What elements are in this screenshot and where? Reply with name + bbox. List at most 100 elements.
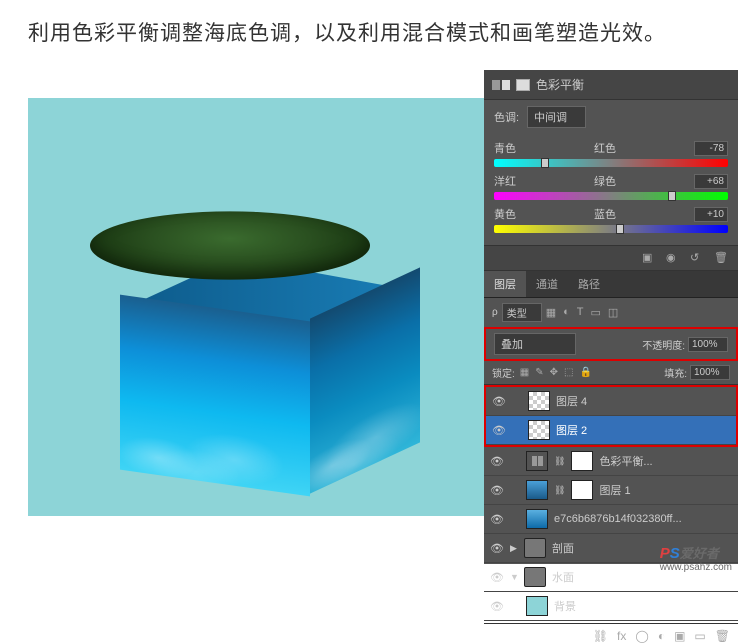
green-label: 绿色 <box>594 173 616 189</box>
tab-layers[interactable]: 图层 <box>484 271 526 297</box>
delete-icon[interactable]: 🗑 <box>715 629 730 643</box>
watermark: PS爱好者 www.psahz.com <box>660 543 732 573</box>
expand-icon[interactable]: ▼ <box>510 572 518 582</box>
visibility-toggle[interactable]: 👁 <box>492 394 506 408</box>
opacity-label: 不透明度: <box>642 337 685 352</box>
layer-item-2[interactable]: 👁 图层 2 <box>486 416 736 445</box>
blend-mode-row: 叠加 不透明度: 100% <box>484 327 738 361</box>
link-icon: ⛓ <box>554 456 565 467</box>
slider-2-value[interactable]: +68 <box>694 174 728 189</box>
layer-filter-row: ρ 类型 ▦ ◐ T ▭ ◫ <box>484 298 738 327</box>
layer-thumbnail <box>528 391 550 411</box>
visibility-toggle[interactable]: 👁 <box>492 423 506 437</box>
link-icon: ⛓ <box>554 485 565 496</box>
visibility-toggle[interactable]: 👁 <box>490 570 504 584</box>
trash-icon[interactable]: 🗑 <box>714 251 728 265</box>
tab-paths[interactable]: 路径 <box>568 271 610 297</box>
magenta-green-slider[interactable] <box>494 192 728 200</box>
layer-item-color-balance[interactable]: 👁 ⛓ 色彩平衡... <box>484 447 738 476</box>
color-balance-footer: ▣ ◉ ↺ 🗑 <box>484 245 738 271</box>
clip-icon[interactable]: ▣ <box>642 251 656 265</box>
adjustment-icon <box>526 451 548 471</box>
filter-type-dropdown[interactable]: 类型 <box>502 303 542 322</box>
fill-value[interactable]: 100% <box>690 365 730 380</box>
view-prev-icon[interactable]: ◉ <box>666 251 680 265</box>
instruction-text: 利用色彩平衡调整海底色调，以及利用混合模式和画笔塑造光效。 <box>0 0 750 58</box>
layer-item-4[interactable]: 👁 图层 4 <box>486 387 736 416</box>
layer-item-1[interactable]: 👁 ⛓ 图层 1 <box>484 476 738 505</box>
blue-label: 蓝色 <box>594 206 616 222</box>
visibility-toggle[interactable]: 👁 <box>490 454 504 468</box>
layer-item-background[interactable]: 👁 背景 <box>484 592 738 621</box>
red-label: 红色 <box>594 140 616 156</box>
fx-icon[interactable]: fx <box>617 629 626 643</box>
cyan-label: 青色 <box>494 140 516 156</box>
layer-mask[interactable] <box>571 451 593 471</box>
reset-icon[interactable]: ↺ <box>690 251 704 265</box>
layer-item-smart[interactable]: 👁 e7c6b6876b14f032380ff... <box>484 505 738 534</box>
expand-icon[interactable]: ▶ <box>510 543 518 554</box>
layer-thumbnail <box>526 509 548 529</box>
yellow-blue-slider[interactable] <box>494 225 728 233</box>
visibility-toggle[interactable]: 👁 <box>490 541 504 555</box>
layer-name[interactable]: 图层 4 <box>556 393 587 409</box>
link-layers-icon[interactable]: ⛓ <box>593 629 608 643</box>
filter-pixel-icon[interactable]: ▦ <box>546 306 556 319</box>
adjustment-icon[interactable]: ◐ <box>658 629 665 643</box>
layer-name[interactable]: e7c6b6876b14f032380ff... <box>554 513 682 525</box>
blend-mode-dropdown[interactable]: 叠加 <box>494 333 576 355</box>
tab-channels[interactable]: 通道 <box>526 271 568 297</box>
color-balance-icon <box>492 80 510 90</box>
layer-name[interactable]: 背景 <box>554 598 576 614</box>
tone-label: 色调: <box>494 109 519 125</box>
lock-paint-icon[interactable]: ✎ <box>535 367 543 378</box>
filter-text-icon[interactable]: T <box>577 306 584 319</box>
canvas-preview <box>28 98 484 516</box>
yellow-label: 黄色 <box>494 206 516 222</box>
layer-name[interactable]: 水面 <box>552 569 574 585</box>
folder-icon <box>524 538 546 558</box>
layer-mask[interactable] <box>571 480 593 500</box>
folder-icon <box>524 567 546 587</box>
new-layer-icon[interactable]: ▭ <box>694 629 705 643</box>
lock-pos-icon[interactable]: ✥ <box>550 367 558 378</box>
fill-label: 填充: <box>664 365 687 380</box>
lock-row: 锁定: ▦ ✎ ✥ ⬚ 🔒 填充: 100% <box>484 361 738 385</box>
filter-smart-icon[interactable]: ◫ <box>608 306 618 319</box>
panel-tabs: 图层 通道 路径 <box>484 271 738 298</box>
color-balance-title: 色彩平衡 <box>536 76 584 93</box>
slider-3-value[interactable]: +10 <box>694 207 728 222</box>
color-balance-header: 色彩平衡 <box>484 70 738 100</box>
layers-list: 👁 图层 4 👁 图层 2 👁 ⛓ 色彩平衡... 👁 <box>484 385 738 621</box>
group-icon[interactable]: ▣ <box>674 629 685 643</box>
filter-adjust-icon[interactable]: ◐ <box>563 306 570 319</box>
visibility-toggle[interactable]: 👁 <box>490 512 504 526</box>
visibility-toggle[interactable]: 👁 <box>490 483 504 497</box>
lock-trans-icon[interactable]: ▦ <box>520 367 529 378</box>
lock-artboard-icon[interactable]: ⬚ <box>564 367 573 378</box>
layer-name[interactable]: 图层 1 <box>599 482 630 498</box>
properties-panels: 色彩平衡 色调: 中间调 青色 红色 -78 洋红 绿色 +68 黄色 蓝色 +… <box>484 70 738 564</box>
layer-thumbnail <box>528 420 550 440</box>
mask-icon[interactable]: ◯ <box>635 629 648 643</box>
tone-dropdown[interactable]: 中间调 <box>527 106 586 128</box>
cube-front-face <box>120 295 310 497</box>
slider-1-value[interactable]: -78 <box>694 141 728 156</box>
island-image <box>90 211 370 279</box>
layer-name[interactable]: 剖面 <box>552 540 574 556</box>
layer-name[interactable]: 色彩平衡... <box>599 453 652 469</box>
lock-label: 锁定: <box>492 365 515 380</box>
visibility-toggle[interactable]: 👁 <box>490 599 504 613</box>
filter-shape-icon[interactable]: ▭ <box>591 306 601 319</box>
magenta-label: 洋红 <box>494 173 516 189</box>
layer-thumbnail <box>526 480 548 500</box>
lock-all-icon[interactable]: 🔒 <box>579 367 591 378</box>
slider-section: 青色 红色 -78 洋红 绿色 +68 黄色 蓝色 +10 <box>484 134 738 245</box>
cyan-red-slider[interactable] <box>494 159 728 167</box>
layers-footer: ⛓ fx ◯ ◐ ▣ ▭ 🗑 <box>484 623 738 643</box>
layer-name[interactable]: 图层 2 <box>556 422 587 438</box>
opacity-value[interactable]: 100% <box>688 337 728 352</box>
layer-thumbnail <box>526 596 548 616</box>
adjustment-mask-icon <box>516 79 530 91</box>
cube-composition <box>120 258 420 488</box>
